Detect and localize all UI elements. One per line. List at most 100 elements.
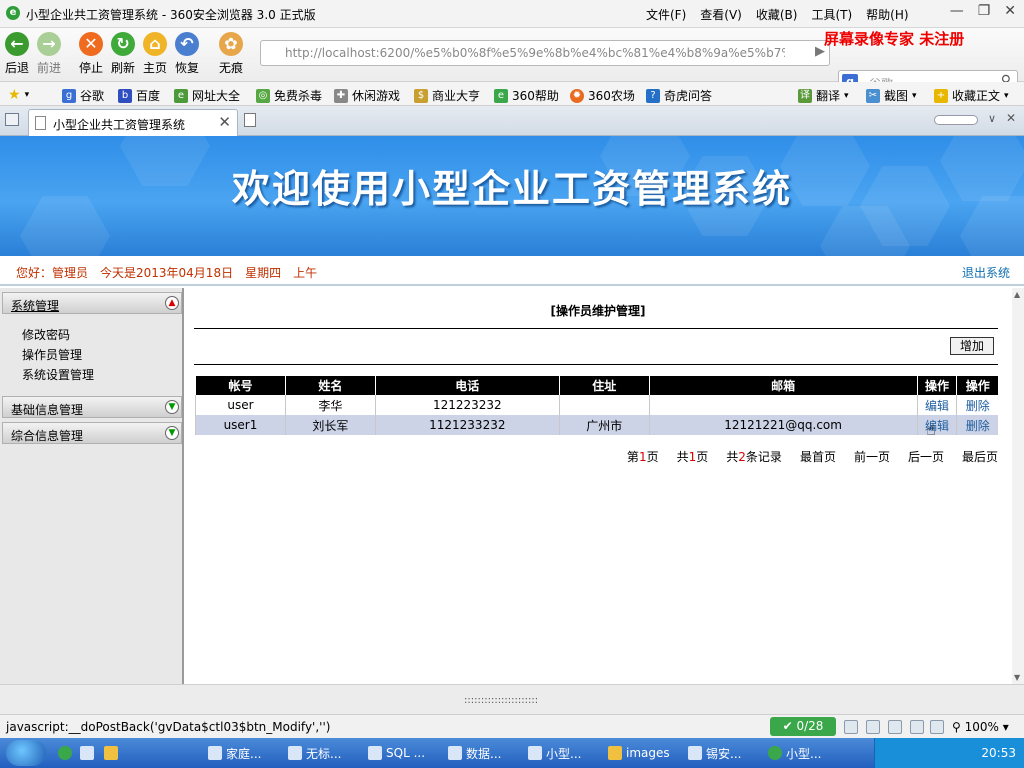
- fav-360help[interactable]: e 360帮助: [494, 87, 559, 104]
- fav-360farm[interactable]: ✹ 360农场: [570, 87, 635, 104]
- divider: [194, 328, 998, 329]
- sidebar-item-change-password[interactable]: 修改密码: [22, 326, 70, 343]
- zoom-value: 100%: [964, 720, 999, 734]
- status-badge[interactable]: ✔ 0/28: [770, 717, 836, 736]
- cell-edit: 编辑: [916, 415, 957, 435]
- chevron-down-icon[interactable]: ∨: [988, 112, 996, 125]
- cell-account: user1: [195, 415, 286, 435]
- taskbar-item[interactable]: 小型...: [768, 742, 821, 764]
- screenshot-tool[interactable]: ✂ 截图 ▾: [866, 87, 917, 104]
- favorites-star-icon[interactable]: ★ ▾: [8, 87, 29, 103]
- fav-label: 休闲游戏: [352, 89, 401, 103]
- 360-icon: e: [494, 88, 508, 103]
- fav-google[interactable]: g 谷歌: [62, 87, 104, 104]
- edit-link[interactable]: 编辑: [925, 399, 949, 413]
- fav-baidu[interactable]: b 百度: [118, 87, 160, 104]
- expand-icon[interactable]: ▼: [165, 400, 179, 414]
- recorder-watermark: 屏幕录像专家 未注册: [824, 30, 965, 48]
- favorites-bar: ★ ▾ g 谷歌 b 百度 e 网址大全 ◎ 免费杀毒 ✚ 休闲游戏 $ 商业大亨 e 360帮…: [0, 82, 1024, 106]
- logout-link[interactable]: 退出系统: [962, 264, 1010, 281]
- scroll-up-icon[interactable]: ▲: [1014, 290, 1020, 299]
- flower-icon: ✹: [570, 88, 584, 103]
- close-icon[interactable]: ✕: [1004, 3, 1016, 19]
- next-page-link[interactable]: 后一页: [908, 448, 944, 465]
- menu-file[interactable]: 文件(F): [646, 6, 686, 23]
- window-title: 小型企业共工资管理系统 - 360安全浏览器 3.0 正式版: [26, 8, 316, 22]
- sidebar-section-basic-info[interactable]: 基础信息管理 ▼: [2, 396, 182, 418]
- sidebar-item-settings[interactable]: 系统设置管理: [22, 366, 94, 383]
- home-button[interactable]: ⌂ 主页: [140, 32, 170, 76]
- restore-icon[interactable]: ❐: [978, 3, 991, 19]
- taskbar-item[interactable]: 数据...: [448, 742, 501, 764]
- download-icon[interactable]: [866, 720, 880, 734]
- pager: 第1页 共1页 共2条记录 最首页 前一页 后一页 最后页: [627, 448, 998, 465]
- security-icon[interactable]: [844, 720, 858, 734]
- menu-tools[interactable]: 工具(T): [811, 6, 852, 23]
- tab-list-icon[interactable]: [5, 113, 19, 126]
- col-address: 住址: [558, 376, 650, 395]
- forward-button[interactable]: → 前进: [34, 32, 64, 76]
- bookmark-icon: +: [934, 88, 948, 103]
- status-bar: javascript:__doPostBack('gvData$ctl03$bt…: [0, 714, 1024, 738]
- fav-qa[interactable]: ? 奇虎问答: [646, 87, 712, 104]
- collapse-icon[interactable]: ▲: [165, 296, 179, 310]
- menu-help[interactable]: 帮助(H): [866, 6, 908, 23]
- network-icon[interactable]: [910, 720, 924, 734]
- fav-hao[interactable]: e 网址大全: [174, 87, 240, 104]
- start-button[interactable]: [6, 740, 46, 766]
- translate-icon: 译: [798, 88, 812, 103]
- sidebar-section-system[interactable]: 系统管理 ▲: [2, 292, 182, 314]
- window-icon[interactable]: [888, 720, 902, 734]
- stop-icon: ✕: [79, 32, 103, 56]
- fav-games[interactable]: ✚ 休闲游戏: [334, 87, 400, 104]
- stop-button[interactable]: ✕ 停止: [76, 32, 106, 76]
- taskbar-item[interactable]: 小型...: [528, 742, 581, 764]
- menu-view[interactable]: 查看(V): [700, 6, 742, 23]
- cell-address: 广州市: [558, 415, 650, 435]
- col-account: 帐号: [195, 376, 286, 395]
- tab-slider[interactable]: [934, 115, 978, 125]
- address-bar[interactable]: http://localhost:6200/%e5%b0%8f%e5%9e%8b…: [260, 40, 830, 66]
- taskbar-item[interactable]: 家庭...: [208, 742, 261, 764]
- resize-grip[interactable]: ::::::::::::::::::::::: [464, 695, 538, 706]
- quicklaunch-desktop-icon[interactable]: [80, 742, 94, 764]
- sidebar-item-operators[interactable]: 操作员管理: [22, 346, 82, 363]
- expand-icon[interactable]: ▼: [165, 426, 179, 440]
- tab-active[interactable]: 小型企业共工资管理系统 ✕: [28, 109, 238, 136]
- greeting-text: 您好：管理员 今天是2013年04月18日 星期四 上午: [16, 266, 318, 280]
- fav-tycoon[interactable]: $ 商业大亨: [414, 87, 480, 104]
- mouse-cursor-icon: ☝: [926, 420, 936, 439]
- taskbar-item[interactable]: images: [608, 742, 670, 764]
- close-all-icon[interactable]: ✕: [1006, 111, 1016, 125]
- last-page-link[interactable]: 最后页: [962, 448, 998, 465]
- restore-button[interactable]: ↶ 恢复: [172, 32, 202, 76]
- translate-tool[interactable]: 译翻译 ▾: [798, 87, 849, 104]
- sidebar-section-comprehensive[interactable]: 综合信息管理 ▼: [2, 422, 182, 444]
- zoom-level[interactable]: ⚲ 100% ▾: [952, 720, 1009, 734]
- private-button[interactable]: ✿ 无痕: [216, 32, 246, 76]
- vertical-scrollbar[interactable]: ▲ ▼: [1012, 288, 1024, 684]
- fav-antivirus[interactable]: ◎ 免费杀毒: [256, 87, 322, 104]
- delete-link[interactable]: 删除: [966, 419, 990, 433]
- back-button[interactable]: ← 后退: [2, 32, 32, 76]
- speaker-icon[interactable]: [930, 720, 944, 734]
- tab-close-icon[interactable]: ✕: [218, 113, 231, 131]
- refresh-button[interactable]: ↻ 刷新: [108, 32, 138, 76]
- delete-link[interactable]: 删除: [966, 399, 990, 413]
- taskbar-item[interactable]: 无标...: [288, 742, 341, 764]
- scroll-down-icon[interactable]: ▼: [1014, 673, 1020, 682]
- bookmark-text-tool[interactable]: + 收藏正文 ▾: [934, 87, 1009, 104]
- cell-name: 李华: [284, 395, 376, 415]
- taskbar-item[interactable]: SQL ...: [368, 742, 425, 764]
- quicklaunch-browser-icon[interactable]: [58, 742, 72, 764]
- taskbar-item[interactable]: 锡安...: [688, 742, 741, 764]
- menu-bar: 文件(F) 查看(V) 收藏(B) 工具(T) 帮助(H): [646, 6, 909, 23]
- menu-favorites[interactable]: 收藏(B): [756, 6, 798, 23]
- cell-phone: 1121233232: [374, 415, 560, 435]
- new-tab-icon[interactable]: [244, 113, 256, 127]
- minimize-icon[interactable]: —: [950, 3, 964, 19]
- add-button[interactable]: 增加: [950, 337, 994, 355]
- quicklaunch-windows-icon[interactable]: [104, 742, 118, 764]
- first-page-link[interactable]: 最首页: [800, 448, 836, 465]
- prev-page-link[interactable]: 前一页: [854, 448, 890, 465]
